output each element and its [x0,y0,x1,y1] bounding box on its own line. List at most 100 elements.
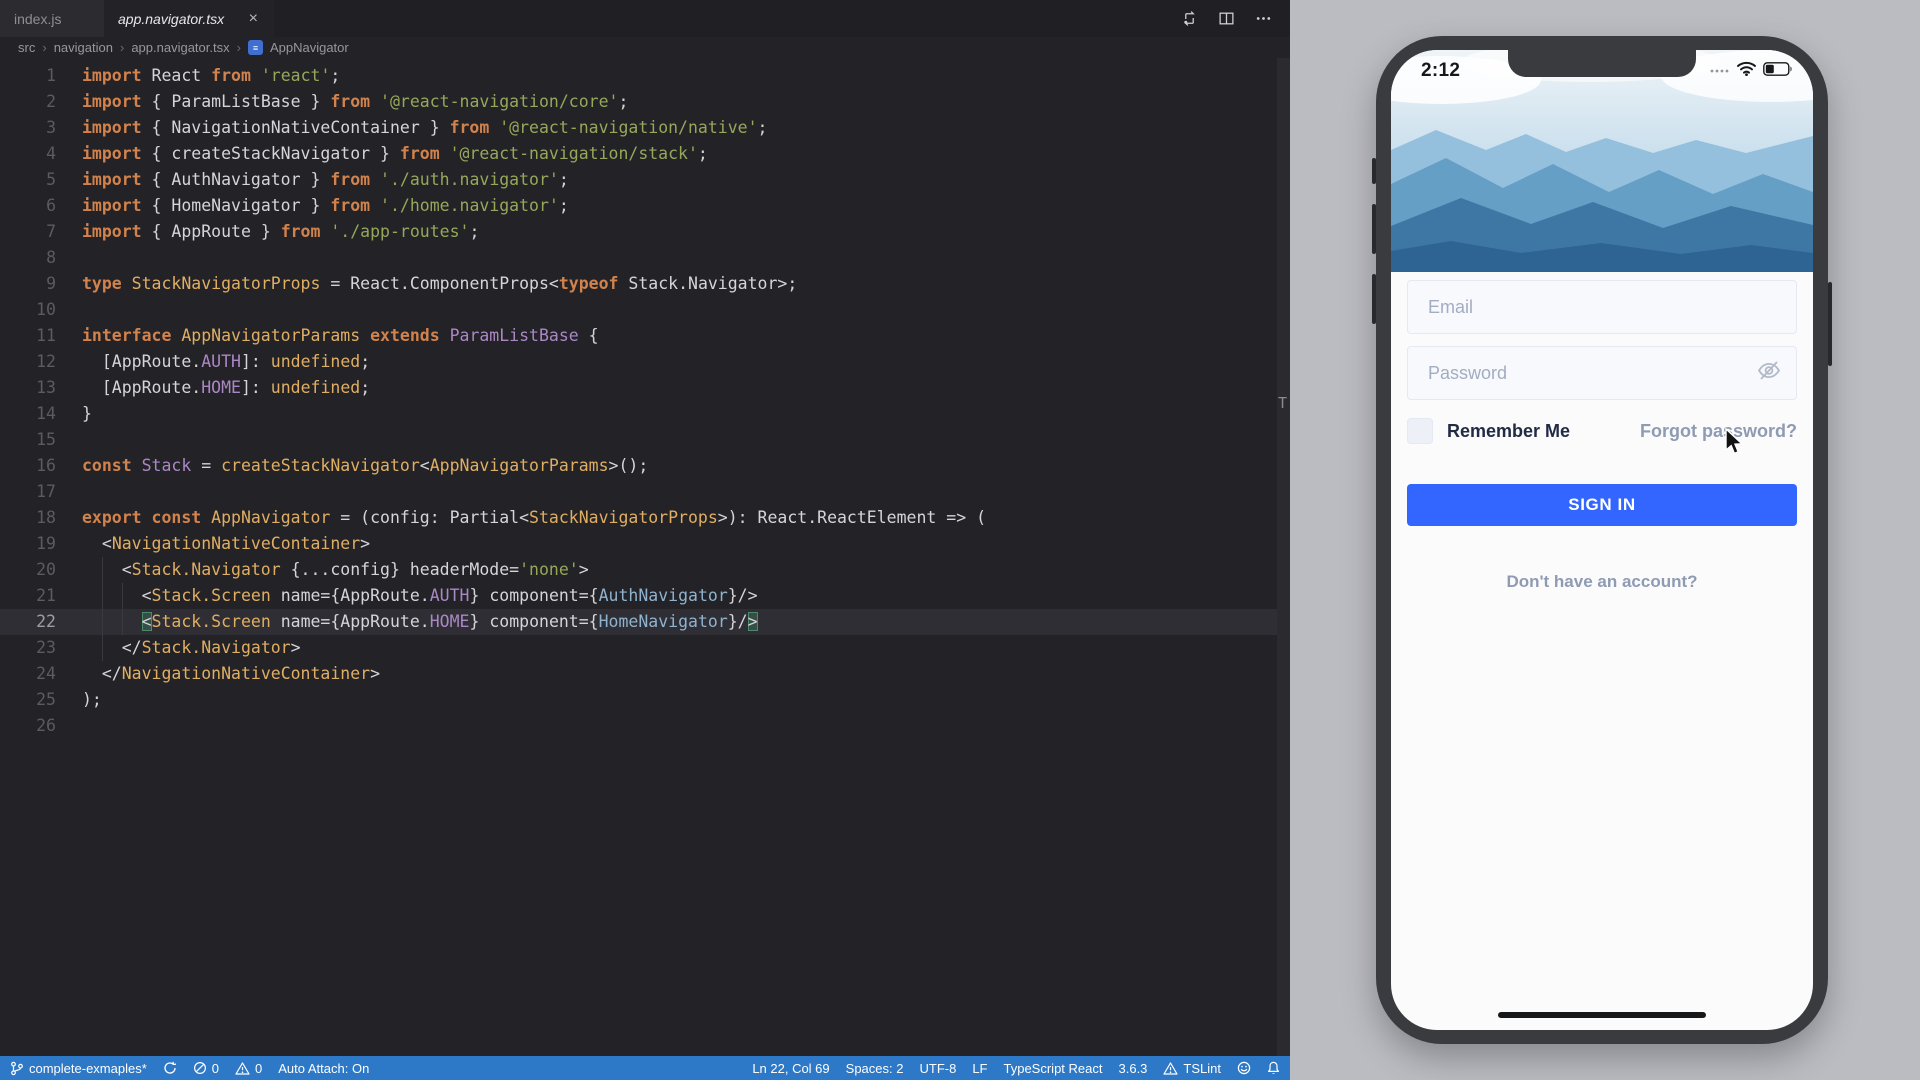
forgot-password-link[interactable]: Forgot password? [1640,421,1797,442]
more-actions-icon[interactable] [1255,10,1272,27]
code-line[interactable]: 7import { AppRoute } from './app-routes'… [0,219,1290,245]
code-line-text: [AppRoute.HOME]: undefined; [82,375,370,401]
line-number[interactable]: 24 [0,661,56,687]
status-item-label: TSLint [1183,1061,1221,1076]
line-number[interactable]: 2 [0,89,56,115]
code-line[interactable]: 12 [AppRoute.AUTH]: undefined; [0,349,1290,375]
code-line[interactable]: 20 <Stack.Navigator {...config} headerMo… [0,557,1290,583]
line-number[interactable]: 15 [0,427,56,453]
status-bar-left: complete-exmaples* 00 Auto Attach: On [10,1056,369,1080]
line-number[interactable]: 4 [0,141,56,167]
line-number[interactable]: 23 [0,635,56,661]
home-indicator[interactable] [1498,1012,1706,1018]
line-number[interactable]: 8 [0,245,56,271]
password-field[interactable] [1408,347,1796,399]
status-item[interactable]: 0 [235,1056,262,1080]
code-editor[interactable]: 1import React from 'react';2import { Par… [0,58,1290,1056]
status-item[interactable]: 3.6.3 [1119,1056,1148,1080]
code-line[interactable]: 25); [0,687,1290,713]
code-line[interactable]: 23 </Stack.Navigator> [0,635,1290,661]
code-line[interactable]: 14} [0,401,1290,427]
line-number[interactable]: 6 [0,193,56,219]
status-item[interactable]: LF [972,1056,987,1080]
power-button[interactable] [1828,282,1832,366]
breadcrumb-separator: › [120,40,124,55]
signup-link[interactable]: Don't have an account? [1407,572,1797,592]
line-number[interactable]: 5 [0,167,56,193]
status-item[interactable]: complete-exmaples* [10,1056,147,1080]
mute-switch[interactable] [1372,158,1376,184]
sign-in-button[interactable]: SIGN IN [1407,484,1797,526]
status-item[interactable]: Spaces: 2 [846,1056,904,1080]
code-line[interactable]: 13 [AppRoute.HOME]: undefined; [0,375,1290,401]
open-changes-icon[interactable] [1181,10,1198,27]
line-number[interactable]: 18 [0,505,56,531]
code-line[interactable]: 6import { HomeNavigator } from './home.n… [0,193,1290,219]
line-number[interactable]: 17 [0,479,56,505]
status-item[interactable] [1237,1056,1251,1080]
breadcrumb-item-navigation[interactable]: navigation [54,40,113,55]
code-line[interactable]: 4import { createStackNavigator } from '@… [0,141,1290,167]
code-line[interactable]: 15 [0,427,1290,453]
code-line[interactable]: 18export const AppNavigator = (config: P… [0,505,1290,531]
status-item[interactable] [1267,1056,1280,1080]
code-line[interactable]: 26 [0,713,1290,739]
remember-checkbox[interactable] [1407,418,1433,444]
status-item[interactable]: UTF-8 [919,1056,956,1080]
code-line[interactable]: 1import React from 'react'; [0,63,1290,89]
line-number[interactable]: 3 [0,115,56,141]
code-line[interactable]: 22 <Stack.Screen name={AppRoute.HOME} co… [0,609,1290,635]
line-number[interactable]: 1 [0,63,56,89]
line-number[interactable]: 20 [0,557,56,583]
code-line[interactable]: 19 <NavigationNativeContainer> [0,531,1290,557]
line-number[interactable]: 7 [0,219,56,245]
code-line[interactable]: 16const Stack = createStackNavigator<App… [0,453,1290,479]
editor-scrollbar[interactable]: T [1277,58,1290,1056]
line-number[interactable]: 22 [0,609,56,635]
line-number[interactable]: 11 [0,323,56,349]
sync-icon [163,1061,177,1075]
volume-down-button[interactable] [1372,274,1376,324]
indent-guide [122,583,123,609]
line-number[interactable]: 14 [0,401,56,427]
tab-index-js[interactable]: index.js [0,0,104,37]
line-number[interactable]: 10 [0,297,56,323]
volume-up-button[interactable] [1372,204,1376,254]
remember-label: Remember Me [1447,421,1570,442]
code-line[interactable]: 9type StackNavigatorProps = React.Compon… [0,271,1290,297]
line-number[interactable]: 16 [0,453,56,479]
code-line[interactable]: 10 [0,297,1290,323]
close-icon[interactable]: × [247,11,260,27]
email-field[interactable] [1408,281,1796,333]
code-line[interactable]: 11interface AppNavigatorParams extends P… [0,323,1290,349]
line-number[interactable]: 26 [0,713,56,739]
tab-app-navigator-tsx[interactable]: app.navigator.tsx × [104,0,274,37]
code-line[interactable]: 21 <Stack.Screen name={AppRoute.AUTH} co… [0,583,1290,609]
remember-me[interactable]: Remember Me [1407,418,1570,444]
code-line[interactable]: 2import { ParamListBase } from '@react-n… [0,89,1290,115]
status-item[interactable] [163,1056,177,1080]
line-number[interactable]: 25 [0,687,56,713]
breadcrumb-item-file[interactable]: app.navigator.tsx [131,40,229,55]
line-number[interactable]: 13 [0,375,56,401]
eye-off-icon[interactable] [1756,360,1782,387]
line-number[interactable]: 12 [0,349,56,375]
status-item[interactable]: 0 [193,1056,219,1080]
line-number[interactable]: 9 [0,271,56,297]
breadcrumb: src › navigation › app.navigator.tsx › ≡… [0,37,1290,58]
code-line[interactable]: 24 </NavigationNativeContainer> [0,661,1290,687]
status-item[interactable]: Auto Attach: On [278,1056,369,1080]
code-line[interactable]: 5import { AuthNavigator } from './auth.n… [0,167,1290,193]
code-line[interactable]: 3import { NavigationNativeContainer } fr… [0,115,1290,141]
breadcrumb-item-src[interactable]: src [18,40,35,55]
code-line[interactable]: 8 [0,245,1290,271]
breadcrumb-item-symbol[interactable]: AppNavigator [270,40,349,55]
status-item[interactable]: Ln 22, Col 69 [752,1056,829,1080]
status-item[interactable]: TSLint [1163,1056,1221,1080]
split-editor-icon[interactable] [1218,10,1235,27]
line-number[interactable]: 21 [0,583,56,609]
line-number[interactable]: 19 [0,531,56,557]
code-line[interactable]: 17 [0,479,1290,505]
status-item-label: complete-exmaples* [29,1061,147,1076]
status-item[interactable]: TypeScript React [1004,1056,1103,1080]
